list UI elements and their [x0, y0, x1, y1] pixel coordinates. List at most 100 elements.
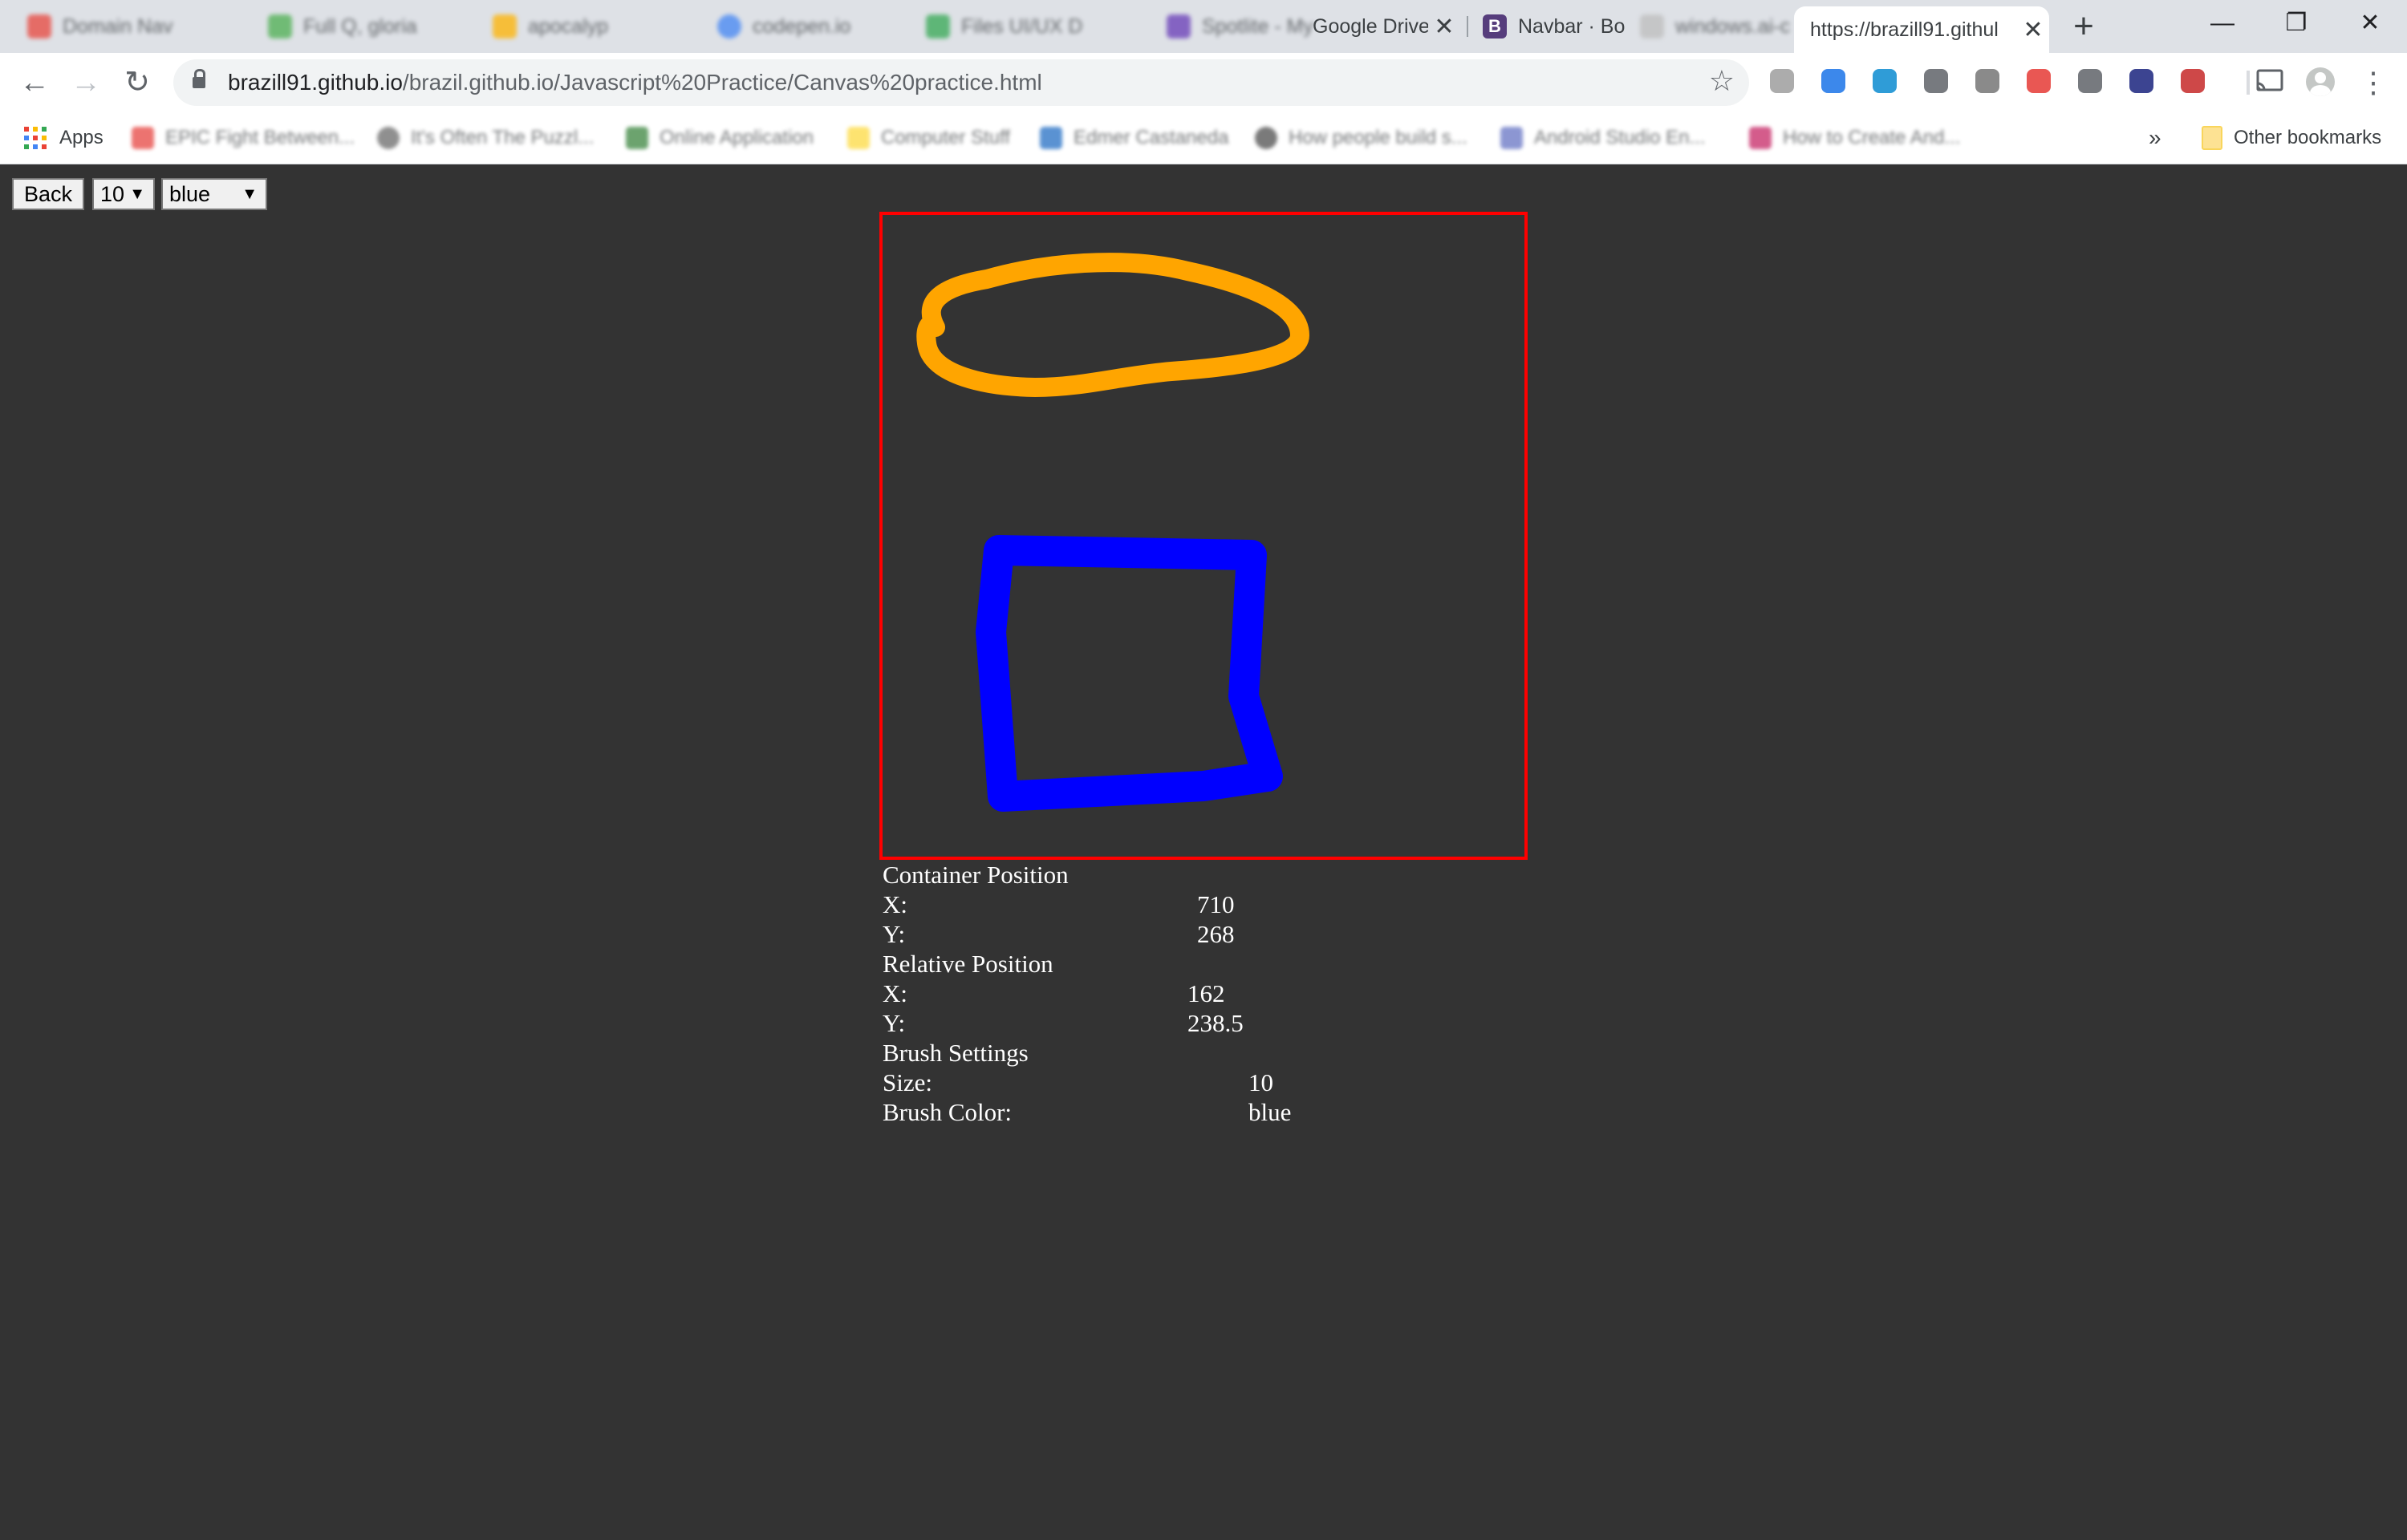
position-info-panel: Container Position X: 710 Y: 268 Relative … — [883, 860, 1364, 1127]
select-value: blue — [169, 181, 211, 206]
brush-size-label: Size: — [883, 1068, 932, 1096]
new-tab-button[interactable]: + — [2064, 8, 2104, 45]
chevron-down-icon: ▼ — [242, 185, 258, 203]
bookmark-item[interactable]: EPIC Fight Between... — [132, 124, 355, 152]
bookmarks-bar: Apps EPIC Fight Between... It's Often Th… — [0, 112, 2407, 164]
relative-position-heading: Relative Position — [883, 950, 1053, 978]
extension-icon[interactable] — [1873, 69, 1897, 93]
bootstrap-icon: B — [1483, 14, 1507, 38]
back-button[interactable]: Back — [12, 178, 84, 210]
bookmark-item[interactable]: Computer Stuff — [847, 124, 1010, 152]
restore-button[interactable]: ❐ — [2259, 0, 2333, 48]
blue-quad-stroke — [993, 544, 1271, 798]
extension-icon[interactable] — [1975, 69, 1999, 93]
relative-y-value: 238.5 — [1187, 1009, 1244, 1037]
tab-title: apocalyp — [528, 14, 609, 38]
tab-title: Domain Nav — [63, 14, 173, 38]
reload-icon[interactable]: ↻ — [117, 63, 157, 103]
extension-icon[interactable] — [1821, 69, 1845, 93]
tab-navbar-bootstrap[interactable]: B Navbar · Bo — [1471, 6, 1632, 47]
tab[interactable]: codepen.io — [706, 6, 915, 47]
apps-grid-icon — [24, 127, 47, 149]
tab-title: Spotlite - My — [1202, 14, 1313, 38]
tab-title: codepen.io — [753, 14, 851, 38]
address-bar[interactable]: brazill91.github.io/brazil.github.io/Jav… — [173, 59, 1749, 106]
relative-x-value: 162 — [1187, 979, 1225, 1007]
url-path: /brazil.github.io/Javascript%20Practice/… — [402, 70, 1042, 95]
tab-strip: Domain Nav Full Q, gloria apocalyp codep… — [0, 0, 2407, 53]
tab-title: Google Drive — [1313, 14, 1428, 38]
tab-favicon — [1167, 14, 1191, 38]
close-window-button[interactable]: ✕ — [2333, 0, 2407, 48]
tab-active[interactable]: https://brazill91.githul ✕ — [1794, 6, 2049, 53]
tab[interactable]: Full Q, gloria — [257, 6, 489, 47]
tab[interactable]: windows.ai-c — [1629, 6, 1789, 47]
tab-title: Full Q, gloria — [303, 14, 417, 38]
extension-icon[interactable] — [2078, 69, 2102, 93]
tab[interactable]: apocalyp — [481, 6, 714, 47]
extension-icon[interactable] — [1924, 69, 1948, 93]
tab-separator — [1467, 16, 1468, 37]
lock-icon — [193, 69, 205, 88]
tab-favicon — [926, 14, 950, 38]
tab-favicon — [717, 14, 741, 38]
tab-favicon — [27, 14, 51, 38]
container-x-value: 710 — [1197, 890, 1235, 918]
tab-favicon — [1640, 14, 1664, 38]
container-position-heading: Container Position — [883, 861, 1069, 889]
tab[interactable]: Spotlite - My — [1155, 6, 1316, 47]
tab-google-drive[interactable]: Google Drive ✕ — [1300, 6, 1460, 47]
bookmark-item[interactable]: Online Application — [626, 124, 814, 152]
tab-title: https://brazill91.githul — [1810, 18, 1999, 41]
brush-color-select[interactable]: blue ▼ — [161, 178, 267, 210]
drawing-canvas[interactable] — [879, 212, 1528, 860]
tab-close-icon[interactable]: ✕ — [1428, 13, 1460, 41]
extension-icon[interactable] — [2027, 69, 2051, 93]
browser-menu-icon[interactable]: ⋮ — [2359, 64, 2388, 101]
url-text[interactable]: brazill91.github.io/brazil.github.io/Jav… — [228, 59, 1042, 106]
bookmark-item[interactable]: It's Often The Puzzl... — [377, 124, 594, 152]
relative-y-label: Y: — [883, 1009, 906, 1037]
forward-arrow-icon[interactable]: → — [66, 63, 106, 103]
bookmark-item[interactable]: Android Studio En... — [1500, 124, 1705, 152]
bookmark-star-icon[interactable]: ☆ — [1709, 64, 1735, 98]
page-content: Back 10 ▼ blue ▼ Container Position X: 71… — [0, 164, 2407, 1540]
bookmark-item[interactable]: Edmer Castaneda — [1040, 124, 1228, 152]
brush-settings-heading: Brush Settings — [883, 1039, 1029, 1067]
tab-close-icon[interactable]: ✕ — [2017, 16, 2049, 44]
cast-icon[interactable] — [2255, 67, 2285, 95]
other-bookmarks[interactable]: Other bookmarks — [2202, 124, 2381, 152]
tab-favicon — [268, 14, 292, 38]
brush-color-label: Brush Color: — [883, 1098, 1013, 1126]
folder-icon — [2202, 126, 2222, 150]
extension-icon[interactable] — [1770, 69, 1794, 93]
tab-title: Files UI/UX D — [961, 14, 1083, 38]
extension-icon[interactable] — [2129, 69, 2153, 93]
profile-avatar[interactable] — [2306, 67, 2335, 96]
brush-size-value: 10 — [1248, 1068, 1273, 1096]
container-y-value: 268 — [1197, 920, 1235, 948]
minimize-button[interactable]: — — [2186, 0, 2259, 48]
tab[interactable]: Domain Nav — [16, 6, 257, 47]
brush-color-value: blue — [1248, 1098, 1292, 1126]
back-arrow-icon[interactable]: ← — [14, 63, 55, 103]
relative-x-label: X: — [883, 979, 907, 1007]
orange-ellipse-stroke — [916, 253, 1309, 397]
chevron-down-icon: ▼ — [129, 185, 145, 203]
brush-size-select[interactable]: 10 ▼ — [92, 178, 155, 210]
bookmarks-overflow-icon[interactable]: » — [2149, 124, 2161, 152]
bookmark-label: Other bookmarks — [2234, 127, 2382, 148]
container-y-label: Y: — [883, 920, 906, 948]
extension-icon[interactable] — [2181, 69, 2205, 93]
bookmark-apps[interactable]: Apps — [24, 124, 104, 152]
tab-title: Navbar · Bo — [1518, 14, 1626, 38]
canvas-drawing — [916, 253, 1309, 812]
bookmark-item[interactable]: How to Create And... — [1749, 124, 1960, 152]
url-host: brazill91.github.io — [228, 70, 403, 95]
bookmark-item[interactable]: How people build s... — [1255, 124, 1467, 152]
tab[interactable]: Files UI/UX D — [915, 6, 1155, 47]
select-value: 10 — [100, 181, 125, 206]
blue-quad-outline — [976, 535, 1283, 812]
tab-favicon — [493, 14, 517, 38]
toolbar-divider — [2247, 71, 2250, 95]
